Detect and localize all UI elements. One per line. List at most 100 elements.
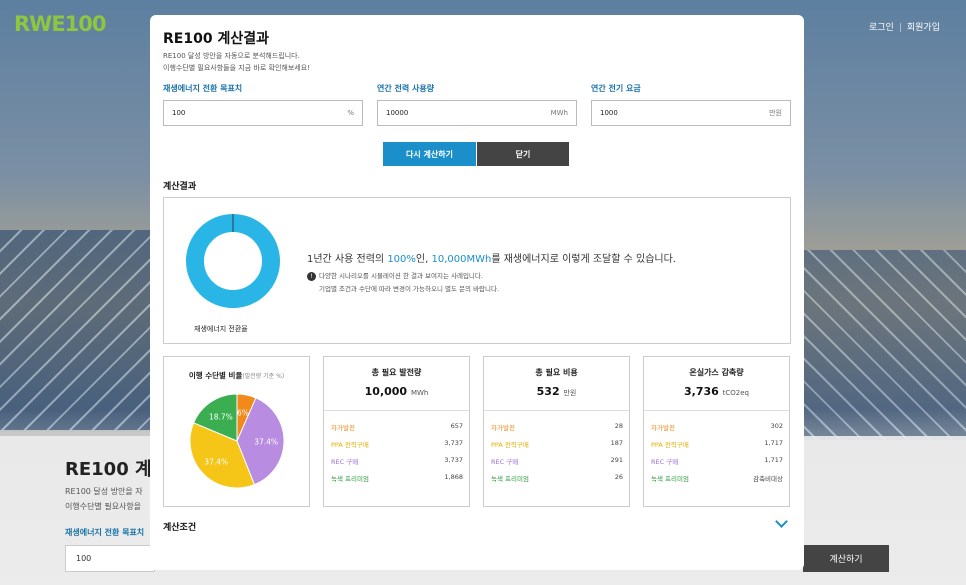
- target-field: 재생에너지 전환 목표치 100%: [163, 83, 363, 126]
- card-row-label: 녹색 프리미엄: [491, 475, 529, 483]
- donut-ring: [186, 214, 280, 308]
- pie-card: 이행 수단별 비율(발전량 기준 %) 6% 37.4% 37.4% 18.7%: [163, 356, 310, 507]
- card-rows: 자가발전 302 PPA 전력구매 1,717 REC 구매 1,717 녹색 프리미엄 감축…: [644, 410, 789, 490]
- result-section-title: 계산결과: [163, 182, 197, 192]
- stat-card-generation: 총 필요 발전량 10,000 MWh 자가발전 657 PPA 전력구매 3,737 RE…: [323, 356, 470, 507]
- card-row: PPA 전력구매 3,737: [331, 439, 463, 456]
- card-row-value: 28: [614, 422, 623, 430]
- recalc-button[interactable]: 다시 계산하기: [383, 142, 476, 166]
- card-row: PPA 전력구매 1,717: [651, 439, 783, 456]
- result-modal: RE100 계산결과 RE100 달성 방안을 자동으로 분석해드립니다. 이행…: [150, 15, 804, 570]
- card-row: 자가발전 657: [331, 422, 463, 439]
- card-row: 녹색 프리미엄 26: [491, 473, 623, 490]
- target-unit: %: [347, 109, 354, 117]
- headline-text: 인,: [415, 254, 432, 265]
- card-value-unit: 만원: [563, 389, 577, 397]
- target-label: 재생에너지 전환 목표치: [163, 84, 243, 93]
- card-row: PPA 전력구매 187: [491, 439, 623, 456]
- result-note: ! 다양한 시나리오를 시뮬레이션 한 결과 보여지는 사례입니다. 기업별 조건…: [307, 270, 499, 296]
- usage-unit: MWh: [550, 109, 568, 117]
- card-row: 녹색 프리미엄 감축비대상: [651, 473, 783, 490]
- stat-card-emissions: 온실가스 감축량 3,736 tCO2eq 자가발전 302 PPA 전력구매 1,717…: [643, 356, 790, 507]
- close-button[interactable]: 닫기: [477, 142, 569, 166]
- card-row-label: PPA 전력구매: [651, 441, 689, 449]
- usage-field: 연간 전력 사용량 10000 MWh: [377, 83, 577, 126]
- pie-title: 이행 수단별 비율(발전량 기준 %): [164, 370, 309, 381]
- card-value: 3,736 tCO2eq: [644, 385, 789, 398]
- card-value-number: 10,000: [364, 385, 408, 398]
- cost-field: 연간 전기 요금 1000 만원: [591, 83, 791, 126]
- headline-text: 를 재생에너지로 이렇게 조달할 수 있습니다.: [491, 254, 676, 265]
- usage-input[interactable]: 10000 MWh: [377, 100, 577, 126]
- pie-slice-label: 18.7%: [209, 413, 233, 422]
- card-row: 자가발전 28: [491, 422, 623, 439]
- cost-label: 연간 전기 요금: [591, 84, 641, 93]
- target-value: 100: [172, 109, 186, 117]
- usage-label: 연간 전력 사용량: [377, 84, 435, 93]
- modal-desc: RE100 달성 방안을 자동으로 분석해드립니다. 이행수단별 필요사항들을 …: [163, 50, 483, 74]
- card-row-value: 3,737: [444, 439, 463, 447]
- cost-unit: 만원: [769, 109, 782, 117]
- card-rows: 자가발전 657 PPA 전력구매 3,737 REC 구매 3,737 녹색 프리미엄 1,…: [324, 410, 469, 490]
- usage-value: 10000: [386, 109, 409, 117]
- card-row-value: 26: [614, 473, 623, 481]
- card-row-label: PPA 전력구매: [331, 441, 369, 449]
- headline-amount: 10,000MWh: [431, 254, 492, 265]
- card-row-value: 3,737: [444, 456, 463, 464]
- note-line: 다양한 시나리오를 시뮬레이션 한 결과 보여지는 사례입니다.: [319, 272, 483, 280]
- card-row-value: 1,717: [764, 439, 783, 447]
- pie-chart: 6% 37.4% 37.4% 18.7%: [189, 393, 285, 489]
- card-row-label: 자가발전: [331, 424, 355, 432]
- card-row-value: 1,717: [764, 456, 783, 464]
- logo[interactable]: RWE100: [14, 12, 107, 36]
- card-value-unit: MWh: [410, 389, 429, 397]
- card-title: 총 필요 비용: [535, 368, 578, 377]
- chevron-down-icon[interactable]: [775, 515, 788, 528]
- card-row-label: 녹색 프리미엄: [651, 475, 689, 483]
- card-row-value: 302: [770, 422, 783, 430]
- card-row: 자가발전 302: [651, 422, 783, 439]
- cost-input[interactable]: 1000 만원: [591, 100, 791, 126]
- card-row-value: 감축비대상: [753, 475, 783, 483]
- signup-link[interactable]: 회원가입: [907, 23, 940, 33]
- conversion-donut: [186, 214, 280, 308]
- card-row-label: 자가발전: [651, 424, 675, 432]
- login-link[interactable]: 로그인: [869, 23, 894, 33]
- donut-label: 재생에너지 전환율: [194, 325, 248, 333]
- pie-title-text: 이행 수단별 비율: [188, 371, 243, 380]
- card-value: 10,000 MWh: [324, 385, 469, 398]
- background-desc-line: 이행수단별 필요사항을: [65, 502, 142, 511]
- headline-percent: 100%: [387, 254, 416, 265]
- card-row-label: REC 구매: [331, 458, 359, 466]
- stat-card-cost: 총 필요 비용 532 만원 자가발전 28 PPA 전력구매 187 REC 구매 291 녹…: [483, 356, 630, 507]
- card-row: REC 구매 291: [491, 456, 623, 473]
- modal-title: RE100 계산결과: [163, 31, 269, 47]
- card-row: 녹색 프리미엄 1,868: [331, 473, 463, 490]
- card-row-label: PPA 전력구매: [491, 441, 529, 449]
- info-icon: !: [307, 271, 316, 281]
- background-target-input[interactable]: 100: [65, 545, 155, 572]
- card-row-value: 1,868: [444, 473, 463, 481]
- pie-slice-label: 37.4%: [204, 457, 228, 466]
- target-input[interactable]: 100%: [163, 100, 363, 126]
- card-title: 온실가스 감축량: [689, 368, 744, 377]
- nav-divider: |: [898, 23, 902, 33]
- card-row-value: 291: [610, 456, 623, 464]
- modal-desc-line: 이행수단별 필요사항들을 지금 바로 확인해보세요!: [163, 64, 310, 72]
- background-desc-line: RE100 달성 방안을 자: [65, 487, 143, 496]
- card-value-number: 3,736: [684, 385, 719, 398]
- headline-text: 1년간 사용 전력의: [307, 254, 388, 265]
- solar-panels-right: [796, 250, 966, 440]
- modal-desc-line: RE100 달성 방안을 자동으로 분석해드립니다.: [163, 52, 300, 60]
- card-row-value: 187: [610, 439, 623, 447]
- note-line: 기업별 조건과 수단에 따라 변경이 가능하오니 별도 문의 바랍니다.: [319, 285, 500, 293]
- top-nav: 로그인 | 회원가입: [869, 20, 940, 33]
- background-calc-button[interactable]: 계산하기: [803, 545, 889, 572]
- background-desc: RE100 달성 방안을 자 이행수단별 필요사항을: [65, 484, 143, 514]
- card-row-value: 657: [450, 422, 463, 430]
- card-row-label: REC 구매: [491, 458, 519, 466]
- result-summary-box: 재생에너지 전환율 1년간 사용 전력의 100%인, 10,000MWh를 재…: [163, 197, 791, 344]
- card-row: REC 구매 3,737: [331, 456, 463, 473]
- background-field-label: 재생에너지 전환 목표치: [65, 528, 145, 537]
- card-title: 총 필요 발전량: [371, 368, 422, 377]
